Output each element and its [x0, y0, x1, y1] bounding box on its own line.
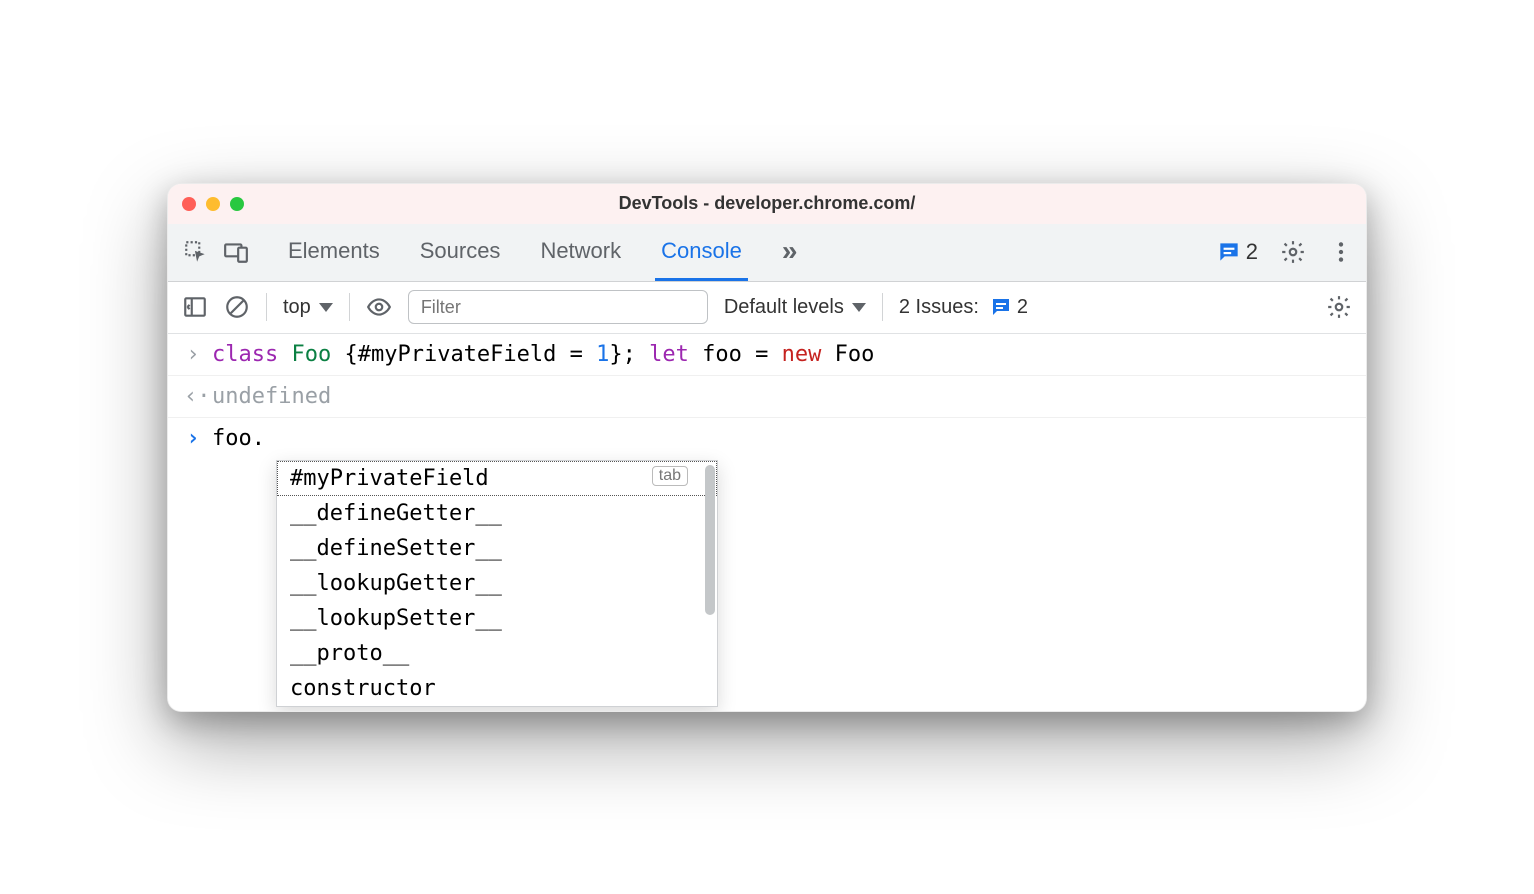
context-label: top: [283, 296, 311, 319]
device-toolbar-icon[interactable]: [220, 236, 252, 268]
console-code-line: class Foo {#myPrivateField = 1}; let foo…: [212, 342, 874, 367]
autocomplete-scrollbar[interactable]: [705, 465, 715, 615]
context-selector[interactable]: top: [283, 296, 333, 319]
issues-badge-count: 2: [1246, 239, 1258, 265]
issues-badge[interactable]: 2: [1216, 239, 1258, 265]
tab-hint-badge: tab: [652, 466, 688, 486]
output-caret-icon: ‹·: [184, 384, 202, 409]
log-levels-label: Default levels: [724, 296, 844, 319]
show-sidebar-icon[interactable]: [182, 294, 208, 320]
window-title: DevTools - developer.chrome.com/: [168, 193, 1366, 214]
tab-sources[interactable]: Sources: [414, 224, 507, 281]
autocomplete-popup: #myPrivateField tab __defineGetter__ __d…: [276, 460, 718, 707]
tab-network[interactable]: Network: [534, 224, 627, 281]
console-active-input-row[interactable]: › foo. #myPrivateField tab __defineGette…: [168, 418, 1366, 711]
console-input-row: › class Foo {#myPrivateField = 1}; let f…: [168, 334, 1366, 376]
autocomplete-item[interactable]: constructor: [277, 671, 717, 706]
panel-tabbar: Elements Sources Network Console » 2: [168, 224, 1366, 282]
live-expression-icon[interactable]: [366, 294, 392, 320]
autocomplete-item[interactable]: #myPrivateField tab: [277, 461, 717, 496]
kebab-menu-icon[interactable]: [1328, 239, 1354, 265]
issues-label: 2 Issues:: [899, 296, 979, 319]
console-toolbar: top Default levels 2 Issues: 2: [168, 282, 1366, 334]
more-tabs-button[interactable]: »: [776, 224, 804, 281]
titlebar: DevTools - developer.chrome.com/: [168, 184, 1366, 224]
tab-console[interactable]: Console: [655, 224, 748, 281]
tab-elements[interactable]: Elements: [282, 224, 386, 281]
panel-tabs: Elements Sources Network Console »: [282, 224, 803, 281]
autocomplete-item-label: #myPrivateField: [290, 466, 489, 491]
active-input-caret-icon: ›: [184, 426, 202, 451]
console-output-row: ‹· undefined: [168, 376, 1366, 418]
console-settings-icon[interactable]: [1326, 294, 1352, 320]
chevron-down-icon: [852, 303, 866, 312]
autocomplete-item[interactable]: __lookupSetter__: [277, 601, 717, 636]
chevron-down-icon: [319, 303, 333, 312]
filter-input[interactable]: [408, 290, 708, 324]
settings-icon[interactable]: [1280, 239, 1306, 265]
inspect-element-icon[interactable]: [180, 236, 212, 268]
autocomplete-item[interactable]: __defineSetter__: [277, 531, 717, 566]
console-output: › class Foo {#myPrivateField = 1}; let f…: [168, 334, 1366, 711]
autocomplete-item[interactable]: __defineGetter__: [277, 496, 717, 531]
devtools-window: DevTools - developer.chrome.com/ Element…: [167, 183, 1367, 712]
autocomplete-item[interactable]: __proto__: [277, 636, 717, 671]
input-caret-icon: ›: [184, 342, 202, 367]
console-result: undefined: [212, 384, 331, 409]
log-levels-selector[interactable]: Default levels: [724, 296, 866, 319]
console-active-code: foo.: [212, 426, 265, 451]
issues-count: 2: [1017, 296, 1028, 319]
autocomplete-item[interactable]: __lookupGetter__: [277, 566, 717, 601]
issues-summary[interactable]: 2 Issues: 2: [899, 295, 1028, 319]
clear-console-icon[interactable]: [224, 294, 250, 320]
